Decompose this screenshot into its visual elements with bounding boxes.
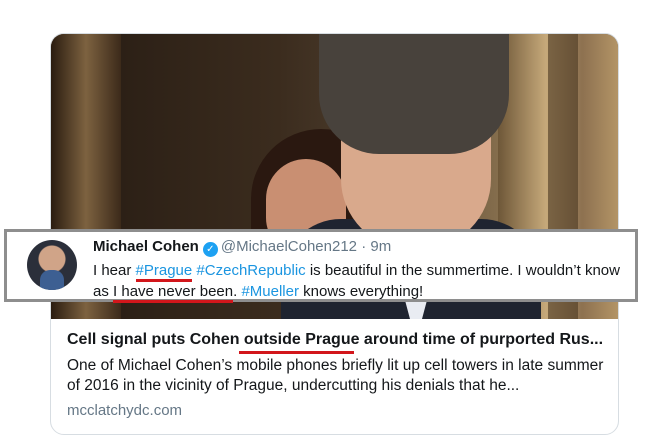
card-domain[interactable]: mcclatchydc.com [67,402,182,419]
tweet-separator: · [361,238,367,255]
card-title-highlight: outside Prague [243,331,360,348]
tweet-handle[interactable]: @MichaelCohen212 [221,238,357,255]
card-body[interactable]: Cell signal puts Cohen outside Prague ar… [51,319,618,434]
tweet-header: Michael Cohen ✓ @MichaelCohen212 · 9m [93,238,391,257]
card-description: One of Michael Cohen’s mobile phones bri… [67,357,604,394]
tweet-text: I hear #Prague #CzechRepublic is beautif… [93,260,633,303]
tweet-overlay[interactable]: Michael Cohen ✓ @MichaelCohen212 · 9m I he… [4,229,638,303]
man-hair [319,34,509,154]
underlined-phrase: I have never been [113,283,234,303]
hashtag-prague[interactable]: #Prague [135,262,193,282]
tweet-timestamp[interactable]: 9m [370,238,391,255]
verified-badge-icon: ✓ [202,242,218,257]
hashtag-czechrepublic[interactable]: #CzechRepublic [196,262,305,279]
red-annotation-underline [239,351,354,354]
tweet-author-name[interactable]: Michael Cohen [93,238,199,255]
avatar-shirt [40,270,64,290]
card-title[interactable]: Cell signal puts Cohen outside Prague ar… [67,331,607,349]
avatar[interactable] [27,240,77,290]
hashtag-mueller[interactable]: #Mueller [241,283,299,300]
